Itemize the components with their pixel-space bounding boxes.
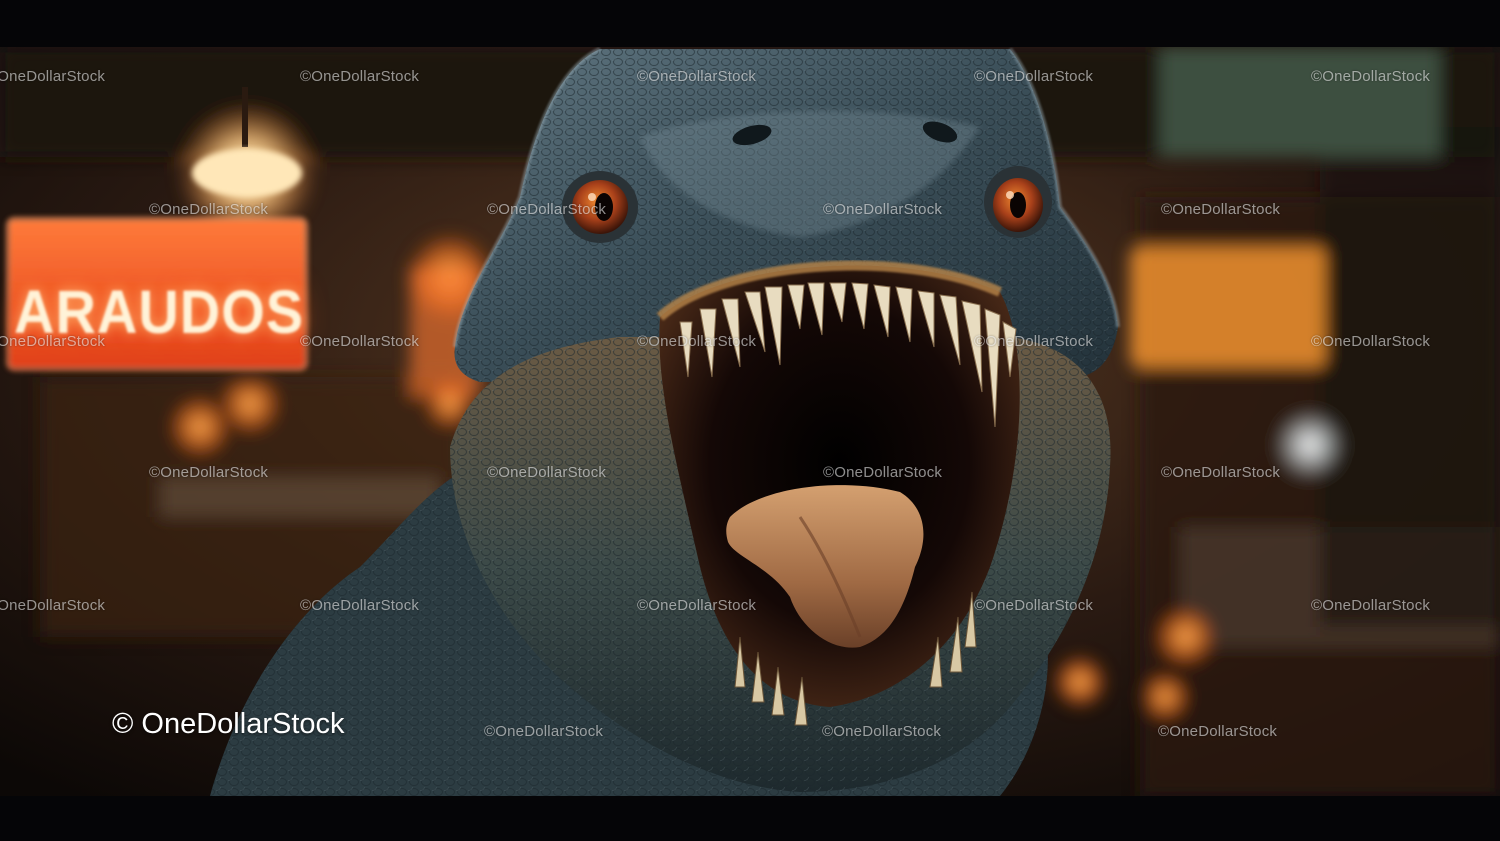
dinosaur-photo: ARAUDOS ©OneDollarStock ©OneDollarStock …: [0, 47, 1500, 796]
watermark-tile: ©OneDollarStock: [0, 68, 106, 85]
watermark-tile: ©OneDollarStock: [1161, 464, 1281, 481]
watermark-tile: ©OneDollarStock: [823, 464, 943, 481]
watermark-tile: ©OneDollarStock: [1311, 333, 1431, 350]
watermark-tile: ©OneDollarStock: [487, 464, 607, 481]
watermark-tile: ©OneDollarStock: [1158, 723, 1278, 740]
watermark-tile: ©OneDollarStock: [484, 723, 604, 740]
watermark-tile: ©OneDollarStock: [0, 597, 106, 614]
watermark-tile: ©OneDollarStock: [1311, 597, 1431, 614]
watermark-tile: ©OneDollarStock: [487, 201, 607, 218]
letterbox-frame: ARAUDOS ©OneDollarStock ©OneDollarStock …: [0, 0, 1500, 841]
watermark-tile: ©OneDollarStock: [300, 333, 420, 350]
watermark-tile: ©OneDollarStock: [974, 68, 1094, 85]
watermark-tile: ©OneDollarStock: [974, 597, 1094, 614]
watermark-tile: ©OneDollarStock: [149, 201, 269, 218]
watermark-tile: ©OneDollarStock: [823, 201, 943, 218]
copyright-watermark: © OneDollarStock: [112, 708, 345, 740]
watermark-tile: ©OneDollarStock: [637, 597, 757, 614]
watermark-tile: ©OneDollarStock: [300, 597, 420, 614]
watermark-tile: ©OneDollarStock: [974, 333, 1094, 350]
watermark-tile: ©OneDollarStock: [1311, 68, 1431, 85]
photo-illustration: [0, 47, 1500, 796]
watermark-tile: ©OneDollarStock: [1161, 201, 1281, 218]
watermark-tile: ©OneDollarStock: [637, 68, 757, 85]
right-eye-icon: [984, 166, 1052, 238]
watermark-tile: ©OneDollarStock: [637, 333, 757, 350]
watermark-tile: ©OneDollarStock: [300, 68, 420, 85]
watermark-tile: ©OneDollarStock: [822, 723, 942, 740]
watermark-tile: ©OneDollarStock: [0, 333, 106, 350]
watermark-tile: ©OneDollarStock: [149, 464, 269, 481]
